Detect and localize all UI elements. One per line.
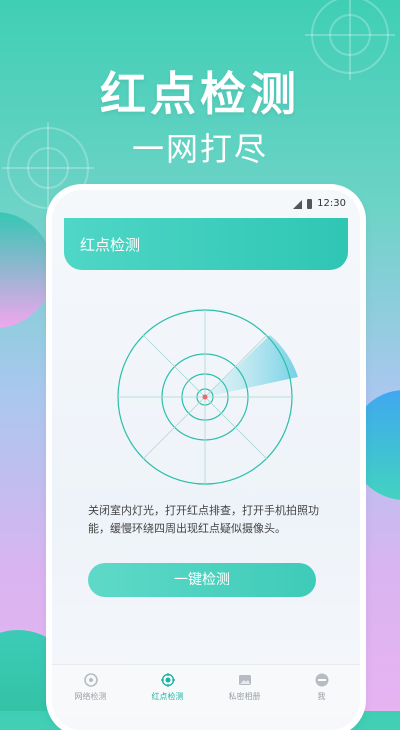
radar-icon xyxy=(117,309,298,485)
bottom-tab-bar: 网络检测 红点检测 私密相册 我 xyxy=(52,664,360,715)
tab-private-album[interactable]: 私密相册 xyxy=(206,665,283,715)
status-time: 12:30 xyxy=(317,198,346,209)
photo-icon xyxy=(238,675,251,685)
signal-icon xyxy=(293,200,302,209)
tab-label: 网络检测 xyxy=(74,692,107,701)
detect-button[interactable]: 一键检测 xyxy=(88,563,316,597)
tab-me[interactable]: 我 xyxy=(283,665,360,715)
app-screen: 12:30 红点检测 关闭室内灯光，打开红点排查，打开手机拍照功能，缓慢环绕四周… xyxy=(52,190,360,730)
status-bar: 12:30 xyxy=(52,190,360,218)
radar-target-icon xyxy=(160,673,175,687)
app-header: 红点检测 xyxy=(64,218,348,270)
tab-label: 私密相册 xyxy=(228,692,261,701)
tab-label: 红点检测 xyxy=(151,692,184,701)
network-icon xyxy=(83,673,98,687)
instruction-text: 关闭室内灯光，打开红点排查，打开手机拍照功能，缓慢环绕四周出现红点疑似摄像头。 xyxy=(88,504,319,535)
hero-subtitle: 一网打尽 xyxy=(131,130,268,168)
battery-icon xyxy=(307,199,312,209)
phone-mockup: 12:30 红点检测 关闭室内灯光，打开红点排查，打开手机拍照功能，缓慢环绕四周… xyxy=(52,190,360,730)
tab-label: 我 xyxy=(317,692,326,701)
tab-red-dot[interactable]: 红点检测 xyxy=(129,665,206,715)
app-title: 红点检测 xyxy=(80,236,141,254)
profile-icon xyxy=(315,673,328,687)
hero-title: 红点检测 xyxy=(100,67,300,121)
tab-network[interactable]: 网络检测 xyxy=(52,665,129,715)
